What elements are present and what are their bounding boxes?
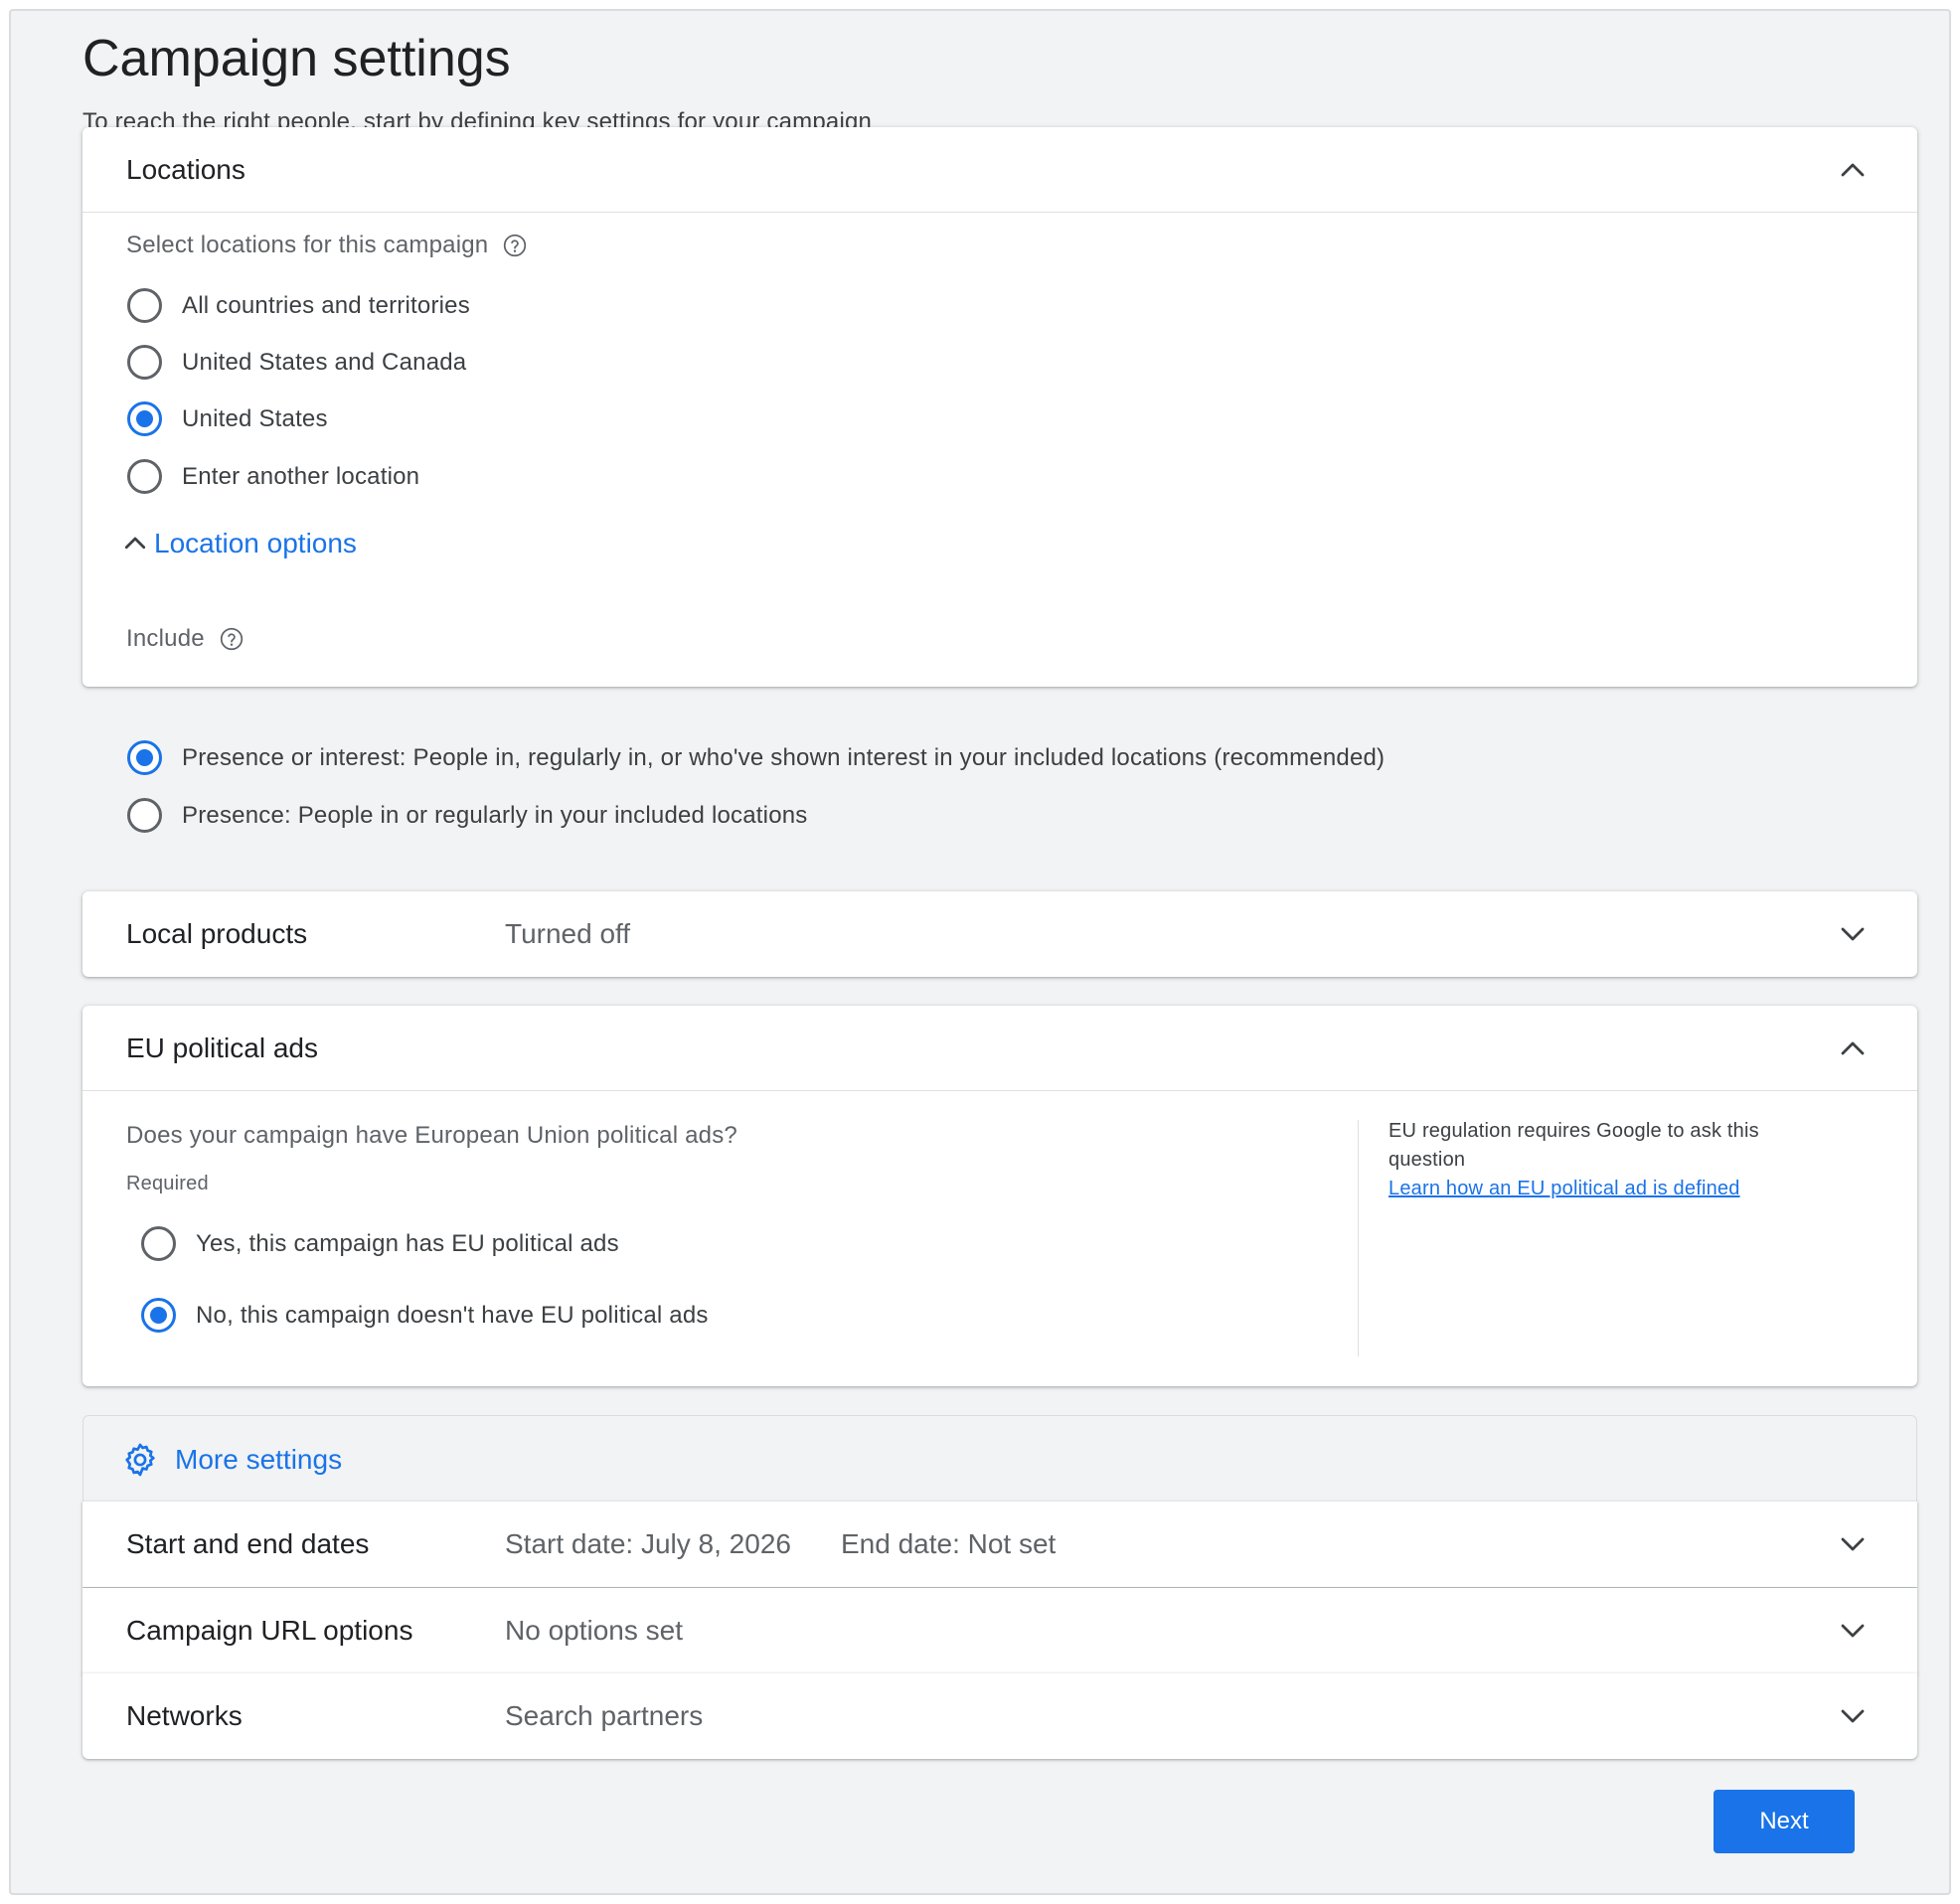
local-products-summary: Turned off	[505, 918, 631, 949]
eu-option-no[interactable]: No, this campaign doesn't have EU politi…	[141, 1298, 709, 1333]
page-frame: Campaign settings To reach the right peo…	[9, 9, 1951, 1895]
more-settings-label: More settings	[175, 1443, 343, 1475]
page-title: Campaign settings	[82, 30, 511, 87]
networks-title: Networks	[126, 1700, 243, 1731]
eu-note-text: EU regulation requires Google to ask thi…	[1388, 1120, 1759, 1171]
radio-button[interactable]	[127, 798, 162, 833]
local-products-card[interactable]: Local products Turned off	[82, 891, 1917, 977]
location-option-us[interactable]: United States	[127, 401, 328, 436]
eu-option-label: Yes, this campaign has EU political ads	[196, 1229, 619, 1257]
eu-political-ads-title: EU political ads	[126, 1031, 318, 1063]
start-end-dates-title: Start and end dates	[126, 1528, 370, 1559]
locations-header[interactable]: Locations	[82, 127, 1917, 213]
chevron-up-icon[interactable]	[1838, 155, 1868, 185]
eu-definition-link[interactable]: Learn how an EU political ad is defined	[1388, 1178, 1740, 1199]
location-option-label: United States and Canada	[182, 348, 467, 376]
start-date-summary: Start date: July 8, 2026	[505, 1528, 791, 1559]
locations-title: Locations	[126, 153, 245, 185]
radio-button[interactable]	[127, 459, 162, 494]
eu-option-label: No, this campaign doesn't have EU politi…	[196, 1301, 709, 1329]
chevron-down-icon[interactable]	[1838, 1701, 1868, 1731]
networks-header[interactable]: Networks Search partners	[82, 1673, 1917, 1759]
start-end-dates-row[interactable]: Start and end dates Start date: July 8, …	[82, 1502, 1917, 1587]
local-products-header[interactable]: Local products Turned off	[82, 891, 1917, 977]
include-text: Include	[126, 625, 205, 652]
eu-question-text: Does your campaign have European Union p…	[126, 1122, 737, 1149]
more-settings-toggle[interactable]: More settings	[82, 1415, 1917, 1503]
radio-button[interactable]	[127, 345, 162, 380]
campaign-url-options-summary: No options set	[505, 1615, 683, 1646]
include-option-presence[interactable]: Presence: People in or regularly in your…	[127, 798, 807, 833]
location-options-label: Location options	[154, 528, 357, 558]
chevron-up-icon[interactable]	[1838, 1033, 1868, 1063]
chevron-down-icon[interactable]	[1838, 1616, 1868, 1646]
next-button[interactable]: Next	[1714, 1790, 1855, 1853]
networks-row[interactable]: Networks Search partners	[82, 1673, 1917, 1759]
location-option-all[interactable]: All countries and territories	[127, 288, 470, 323]
chevron-up-icon	[124, 537, 146, 550]
eu-political-ads-header[interactable]: EU political ads	[82, 1006, 1917, 1091]
location-option-label: United States	[182, 404, 328, 432]
radio-button[interactable]	[141, 1226, 176, 1261]
radio-button[interactable]	[127, 288, 162, 323]
start-end-dates-header[interactable]: Start and end dates Start date: July 8, …	[82, 1502, 1917, 1587]
campaign-url-options-header[interactable]: Campaign URL options No options set	[82, 1588, 1917, 1673]
campaign-url-options-row[interactable]: Campaign URL options No options set	[82, 1588, 1917, 1673]
eu-option-yes[interactable]: Yes, this campaign has EU political ads	[141, 1226, 619, 1261]
chevron-down-icon[interactable]	[1838, 1529, 1868, 1559]
networks-summary: Search partners	[505, 1700, 704, 1731]
help-icon[interactable]	[219, 626, 245, 652]
include-label: Include	[126, 625, 245, 653]
include-option-presence-interest[interactable]: Presence or interest: People in, regular…	[127, 740, 1385, 775]
include-option-label: Presence or interest: People in, regular…	[182, 743, 1386, 771]
required-label: Required	[126, 1173, 209, 1194]
eu-side-note: EU regulation requires Google to ask thi…	[1388, 1117, 1826, 1203]
select-locations-text: Select locations for this campaign	[126, 232, 489, 258]
chevron-down-icon[interactable]	[1838, 919, 1868, 949]
end-date-summary: End date: Not set	[840, 1528, 1057, 1559]
locations-card: Locations Select locations for this camp…	[82, 127, 1917, 687]
local-products-title: Local products	[126, 918, 308, 949]
vertical-divider	[1358, 1120, 1359, 1356]
location-option-label: All countries and territories	[182, 291, 470, 319]
radio-button-selected[interactable]	[141, 1298, 176, 1333]
radio-button-selected[interactable]	[127, 401, 162, 436]
location-option-label: Enter another location	[182, 462, 420, 490]
location-option-other[interactable]: Enter another location	[127, 459, 419, 494]
location-option-us-canada[interactable]: United States and Canada	[127, 345, 466, 380]
eu-question: Does your campaign have European Union p…	[126, 1122, 737, 1150]
eu-political-ads-card: EU political ads Does your campaign have…	[82, 1006, 1917, 1386]
help-icon[interactable]	[502, 233, 528, 258]
gear-icon	[121, 1441, 159, 1479]
radio-button-selected[interactable]	[127, 740, 162, 775]
campaign-url-options-title: Campaign URL options	[126, 1615, 413, 1646]
include-option-label: Presence: People in or regularly in your…	[182, 801, 808, 829]
select-locations-label: Select locations for this campaign	[126, 232, 528, 259]
location-options-toggle[interactable]: Location options	[120, 528, 357, 559]
